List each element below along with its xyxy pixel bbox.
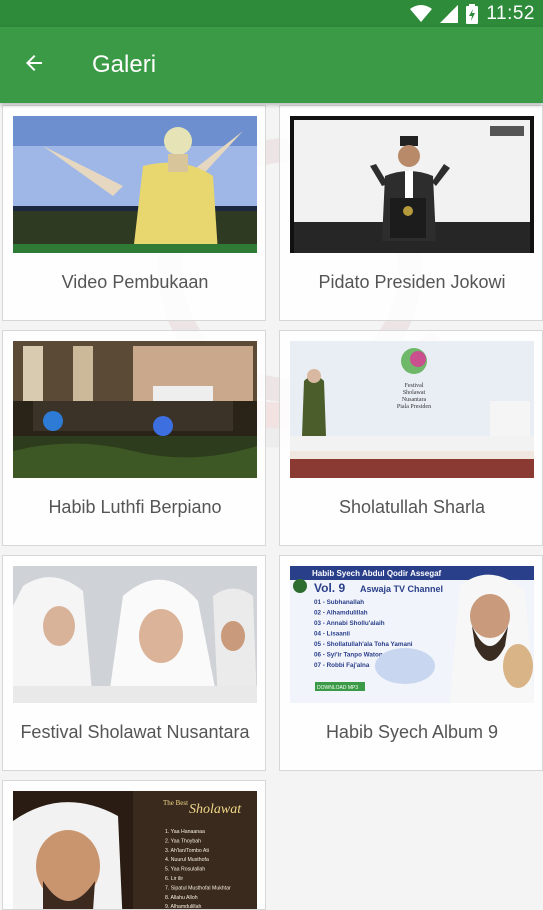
gallery-item-title: Habib Syech Album 9 bbox=[325, 722, 499, 742]
best-title: Sholawat bbox=[189, 802, 242, 817]
video-thumbnail bbox=[13, 116, 257, 253]
track-list-item: 03 - Annabi Shollu'alaih bbox=[314, 620, 385, 627]
track-list-item: 02 - Alhamdulillah bbox=[314, 610, 368, 617]
battery-charging-icon bbox=[466, 3, 479, 24]
clock-time: 11:52 bbox=[486, 2, 535, 24]
festival-logo-text-3: Nusantara bbox=[402, 397, 427, 403]
track-list-item: 2. Yaa Thoybah bbox=[165, 838, 201, 844]
track-list-item: 01 - Subhanallah bbox=[314, 599, 364, 606]
gallery-item-title: Festival Sholawat Nusantara bbox=[20, 722, 250, 742]
back-button[interactable] bbox=[0, 27, 68, 103]
video-thumbnail bbox=[13, 341, 257, 478]
track-list-item: 6. Lir ilir bbox=[165, 876, 183, 882]
gallery-card[interactable]: The Best Sholawat 1. Yaa Hanaanaa 2. Yaa … bbox=[2, 780, 266, 910]
gallery-card[interactable]: Video Pembukaan bbox=[2, 105, 266, 321]
album-header-text: Habib Syech Abdul Qodir Assegaf bbox=[312, 569, 442, 578]
video-thumbnail: The Best Sholawat 1. Yaa Hanaanaa 2. Yaa … bbox=[13, 791, 257, 910]
track-list-item: 05 - Shollatullah'ala Toha Yamani bbox=[314, 641, 413, 648]
track-list-item: 9. Alhamdulillah bbox=[165, 904, 201, 910]
track-list-item: 1. Yaa Hanaanaa bbox=[165, 829, 205, 835]
arrow-back-icon bbox=[22, 51, 46, 80]
video-thumbnail: Festival Sholawat Nusantara Piala Presid… bbox=[290, 341, 534, 478]
gallery-item-title: Habib Luthfi Berpiano bbox=[48, 497, 222, 517]
video-thumbnail: Habib Syech Abdul Qodir Assegaf Vol. 9 A… bbox=[290, 566, 534, 703]
app-bar: Galeri bbox=[0, 27, 543, 103]
track-list-item: 8. Allahu Alloh bbox=[165, 895, 198, 901]
festival-logo-text: Festival bbox=[405, 383, 424, 389]
signal-icon bbox=[440, 4, 459, 23]
download-label: DOWNLOAD MP3 bbox=[317, 685, 358, 691]
gallery-card[interactable]: Festival Sholawat Nusantara bbox=[2, 555, 266, 771]
best-label: The Best bbox=[163, 799, 188, 807]
gallery-item-title: Video Pembukaan bbox=[61, 272, 209, 292]
track-list-item: 06 - Syi'ir Tanpo Waton bbox=[314, 652, 383, 659]
wifi-icon bbox=[410, 4, 433, 23]
track-list-item: 3. Ah'lan/Tombo Ati bbox=[165, 848, 209, 854]
track-list-item: 07 - Robbi Faj'alna bbox=[314, 662, 370, 669]
track-list-item: 7. Sipatul Musthofal Mukhtar bbox=[165, 885, 231, 891]
video-thumbnail bbox=[290, 116, 534, 253]
gallery-card[interactable]: Habib Luthfi Berpiano bbox=[2, 330, 266, 546]
gallery-card[interactable]: Habib Syech Abdul Qodir Assegaf Vol. 9 A… bbox=[279, 555, 543, 771]
page-title: Galeri bbox=[92, 51, 157, 78]
gallery-card[interactable]: Pidato Presiden Jokowi bbox=[279, 105, 543, 321]
track-list-item: 4. Nuurul Musthofa bbox=[165, 857, 209, 863]
gallery-card[interactable]: Festival Sholawat Nusantara Piala Presid… bbox=[279, 330, 543, 546]
festival-logo-text-4: Piala Presiden bbox=[397, 404, 431, 410]
album-channel-text: Aswaja TV Channel bbox=[360, 584, 443, 594]
festival-logo-text-2: Sholawat bbox=[403, 390, 426, 396]
video-thumbnail bbox=[13, 566, 257, 703]
gallery-item-title: Pidato Presiden Jokowi bbox=[318, 272, 506, 292]
status-bar: 11:52 bbox=[0, 0, 543, 27]
track-list-item: 5. Yaa Rosulallah bbox=[165, 867, 205, 873]
track-list-item: 04 - Lisaanii bbox=[314, 631, 350, 638]
album-vol-text: Vol. 9 bbox=[314, 581, 345, 595]
gallery-item-title: Sholatullah Sharla bbox=[338, 497, 486, 517]
gallery-grid: Video Pembukaan Pidato Presiden Jokowi H… bbox=[2, 105, 543, 910]
